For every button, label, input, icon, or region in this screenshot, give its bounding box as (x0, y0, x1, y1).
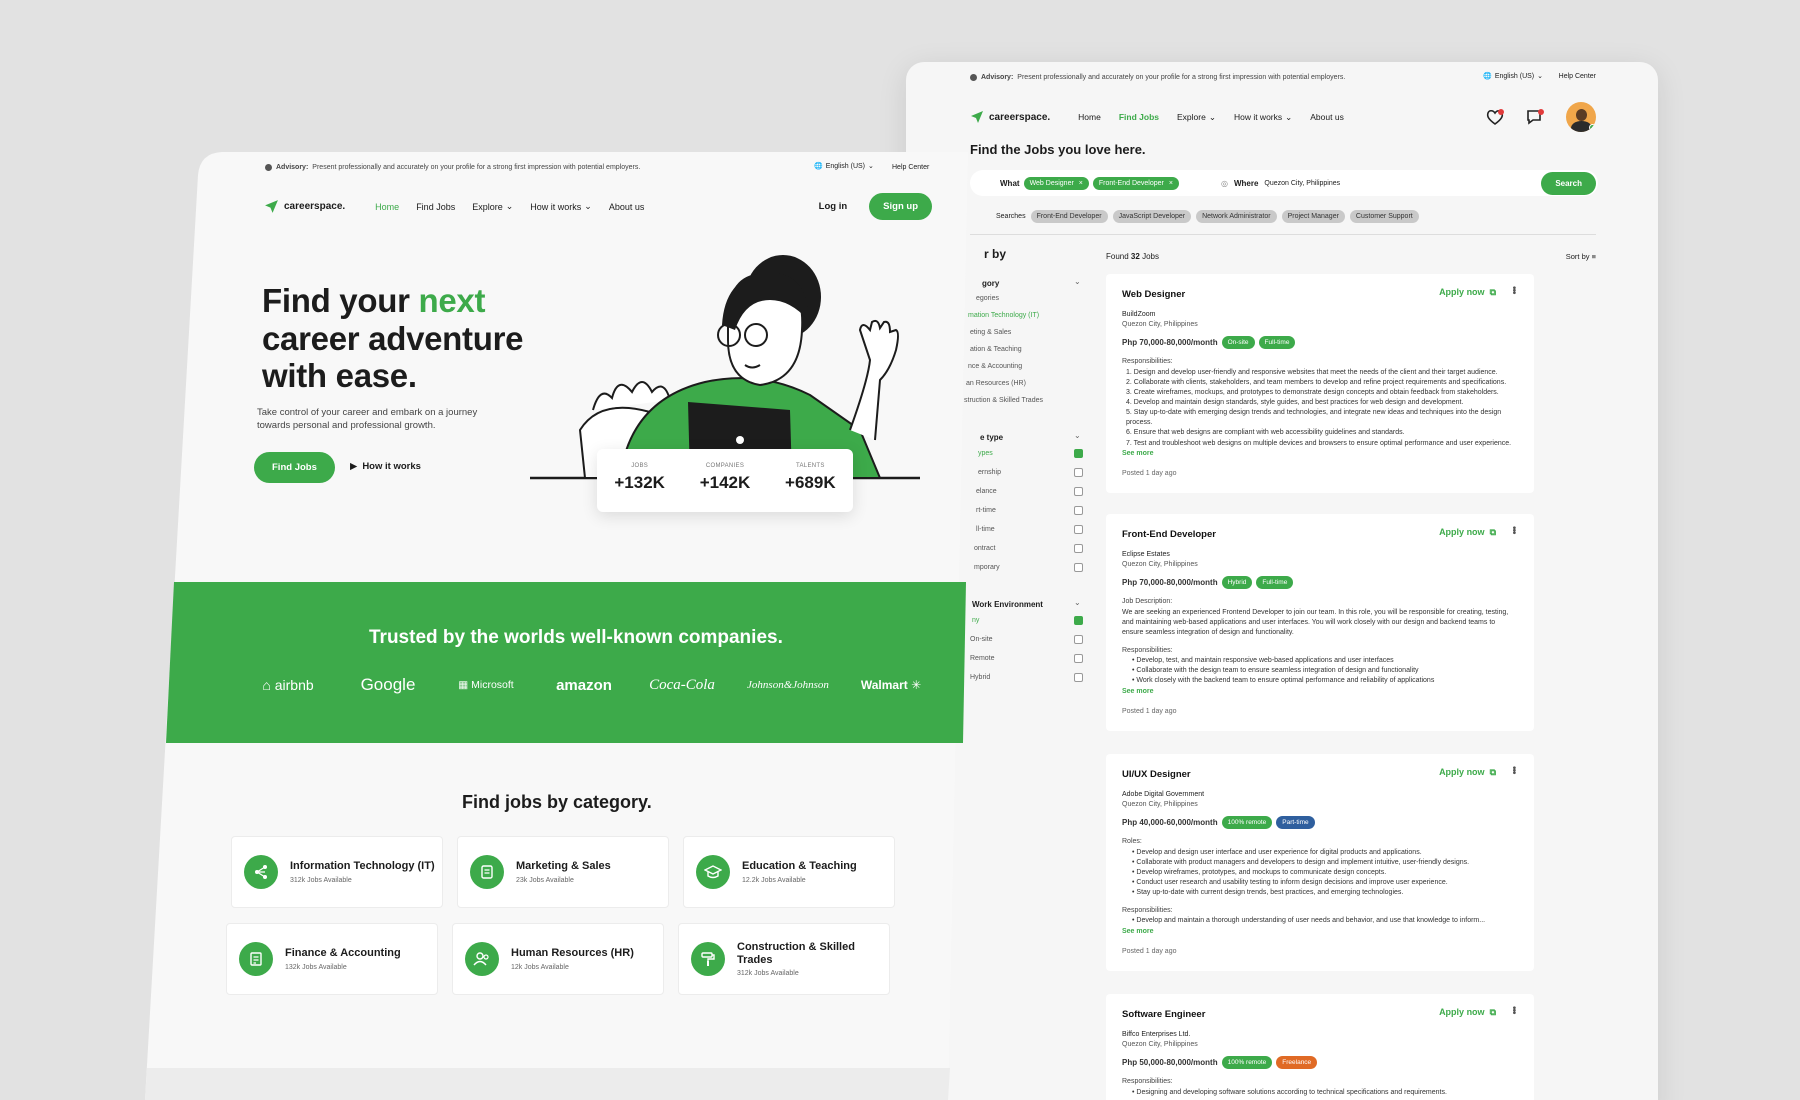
login-button[interactable]: Log in (819, 201, 848, 212)
stats-card: JOBS +132K COMPANIES +142K TALENTS +689K (597, 449, 853, 512)
category-heading: Find jobs by category. (462, 792, 652, 813)
nav-about[interactable]: About us (609, 201, 645, 212)
category-count: 12.2k Jobs Available (742, 876, 806, 884)
stat-companies: COMPANIES +142K (682, 449, 767, 512)
advisory-text: Present professionally and accurately on… (312, 164, 641, 171)
clipboard-icon (470, 855, 504, 889)
hero-line-1: Find your next (262, 282, 523, 320)
how-it-works-button[interactable]: ▶ How it works (350, 461, 421, 472)
chevron-down-icon: ⌄ (584, 201, 592, 211)
ledger-icon (239, 942, 273, 976)
category-name: Finance & Accounting (285, 947, 401, 960)
brand-logo[interactable]: careerspace. (264, 199, 345, 214)
category-name: Construction & Skilled Trades (737, 940, 855, 966)
logo-text: Microsoft (471, 679, 514, 691)
language-label: English (US) (825, 162, 866, 170)
category-name: Marketing & Sales (516, 860, 611, 873)
help-center-link[interactable]: Help Center (892, 164, 929, 171)
how-it-works-label: How it works (362, 461, 421, 472)
hero-line-3: with ease. (262, 357, 417, 395)
nav-home[interactable]: Home (375, 201, 399, 212)
company-logos: ⌂ airbnb Google ▦ Microsoft amazon Coca-… (238, 675, 936, 695)
people-icon (465, 942, 499, 976)
walmart-logo: Walmart ✳ (860, 678, 922, 692)
nav-how-it-works[interactable]: How it works ⌄ (530, 201, 592, 212)
airbnb-logo: ⌂ airbnb (262, 677, 314, 693)
hero-subtitle: Take control of your career and embark o… (257, 407, 478, 432)
paint-roller-icon (691, 942, 725, 976)
advisory-bar: Advisory: Present professionally and acc… (265, 164, 640, 171)
category-card[interactable]: Human Resources (HR) 12k Jobs Available (452, 923, 664, 995)
hero-highlight: next (418, 282, 486, 319)
category-card[interactable]: Information Technology (IT) 312k Jobs Ava… (231, 836, 443, 908)
amazon-logo: amazon (556, 676, 612, 694)
category-name: Information Technology (IT) (290, 860, 435, 873)
find-jobs-button[interactable]: Find Jobs (254, 452, 335, 483)
stat-label: COMPANIES (705, 463, 745, 469)
hero-text: Find your (262, 282, 419, 319)
chevron-down-icon: ⌄ (868, 163, 874, 170)
signup-button[interactable]: Sign up (869, 193, 932, 220)
graduation-cap-icon (696, 855, 730, 889)
trusted-heading: Trusted by the worlds well-known compani… (369, 627, 783, 648)
logo-text: airbnb (274, 677, 314, 693)
stat-value: +132K (614, 473, 665, 492)
network-icon (244, 855, 278, 889)
stat-jobs: JOBS +132K (597, 449, 682, 512)
category-count: 312k Jobs Available (290, 876, 352, 884)
top-nav: careerspace. Home Find Jobs Explore ⌄ How… (264, 193, 932, 220)
brand-name: careerspace. (284, 201, 346, 212)
category-card[interactable]: Marketing & Sales 23k Jobs Available (457, 836, 669, 908)
category-count: 132k Jobs Available (285, 963, 347, 971)
stat-label: JOBS (631, 463, 649, 469)
stat-value: +142K (699, 473, 751, 492)
nav-explore[interactable]: Explore ⌄ (472, 201, 513, 212)
category-card[interactable]: Finance & Accounting 132k Jobs Available (226, 923, 438, 995)
paper-plane-icon (265, 200, 278, 213)
google-logo: Google (360, 675, 416, 694)
hero-heading: Find your next career adventure with eas… (262, 282, 523, 395)
nav-how-label: How it works (530, 201, 582, 212)
category-count: 312k Jobs Available (737, 970, 799, 978)
category-name: Education & Teaching (742, 860, 857, 873)
category-count: 23k Jobs Available (516, 876, 574, 884)
nav-explore-label: Explore (472, 201, 503, 212)
category-card[interactable]: Construction & Skilled Trades 312k Jobs A… (678, 923, 890, 995)
chevron-down-icon: ⌄ (505, 201, 514, 211)
language-select[interactable]: 🌐 English (US) ⌄ (814, 162, 874, 171)
johnson-logo: Johnson&Johnson (747, 679, 829, 691)
category-name: Human Resources (HR) (511, 947, 634, 960)
stat-label: TALENTS (795, 463, 825, 469)
trusted-band (166, 582, 966, 743)
microsoft-logo: ▦ Microsoft (458, 679, 514, 691)
globe-icon: 🌐 (814, 163, 823, 170)
stat-value: +689K (785, 473, 836, 492)
cocacola-logo: Coca-Cola (649, 676, 715, 693)
stat-talents: TALENTS +689K (768, 449, 853, 512)
info-icon (265, 164, 272, 171)
play-icon: ▶ (350, 461, 358, 472)
logo-text: Walmart (860, 678, 908, 692)
category-count: 12k Jobs Available (511, 963, 569, 971)
nav-find-jobs[interactable]: Find Jobs (416, 201, 455, 212)
category-heading-text: Find jobs by category. (462, 792, 652, 812)
advisory-label: Advisory: (276, 164, 309, 171)
category-card[interactable]: Education & Teaching 12.2k Jobs Available (683, 836, 895, 908)
landing-page: Advisory: Present professionally and acc… (0, 0, 1800, 1100)
hero-line-2: career adventure (262, 319, 524, 357)
